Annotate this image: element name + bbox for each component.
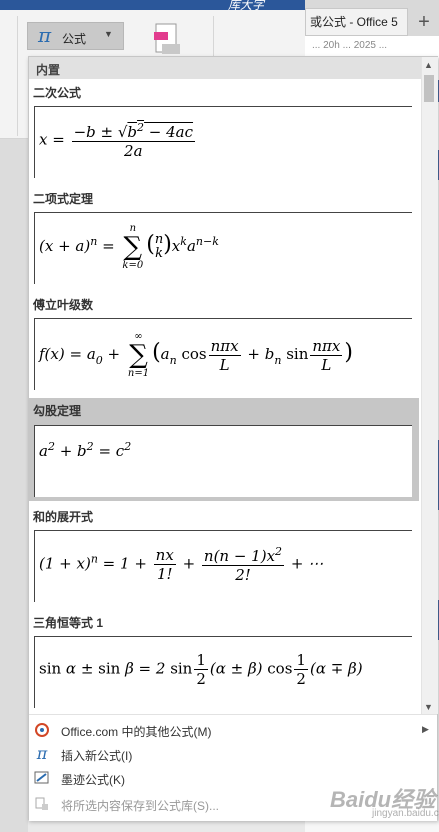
scroll-up-icon[interactable]: ▲ <box>424 60 433 70</box>
formula-button-label: 公式 <box>62 32 87 46</box>
section-title-fourier: 傅立叶级数 <box>33 298 94 312</box>
section-title-binomial: 二项式定理 <box>33 192 94 206</box>
menu-item-label: 插入新公式(I) <box>61 749 133 763</box>
document-icon[interactable] <box>152 22 182 58</box>
pi-icon: π <box>38 23 52 47</box>
equation-binomial: (x + a)n = n ∑ k=0 (n k)xkan−k <box>39 223 219 271</box>
formula-button[interactable]: π 公式 ▼ <box>27 22 124 50</box>
equation-item-fourier[interactable]: f(x) = a0 + ∞ ∑ n=1 (an cos nπx L + bn sin nπx… <box>34 318 412 390</box>
chevron-down-icon: ▼ <box>104 29 113 39</box>
new-tab-icon[interactable]: + <box>412 10 436 34</box>
section-title-quadratic: 二次公式 <box>33 86 82 100</box>
equation-item-trig-identity[interactable]: sin α ± sin β = 2 sin 1 2 (α ± β) cos 1 2 (α ∓… <box>34 636 412 708</box>
section-title-trig-identity: 三角恒等式 1 <box>33 616 104 630</box>
gallery-scrollbar[interactable] <box>421 57 438 714</box>
menu-item-label: 墨迹公式(K) <box>61 773 125 787</box>
equation-item-pythagorean[interactable]: a2 + b2 = c2 <box>34 425 412 497</box>
gallery-header <box>29 57 421 79</box>
browser-address-text: ... 20h ... 2025 ... <box>312 40 388 51</box>
document-margin <box>0 139 28 832</box>
scrollbar-thumb[interactable] <box>424 75 434 102</box>
equation-item-sum-expansion[interactable]: (1 + x)n = 1 + nx 1! + n(n − 1)x2 2! + ⋯ <box>34 530 412 602</box>
equation-fourier: f(x) = a0 + ∞ ∑ n=1 (an cos nπx L + bn sin nπx… <box>39 331 353 379</box>
watermark-url: jingyan.baidu.com <box>372 808 439 819</box>
save-gallery-icon <box>34 796 50 812</box>
equation-item-binomial[interactable]: (x + a)n = n ∑ k=0 (n k)xkan−k <box>34 212 412 284</box>
equation-sum-expansion: (1 + x)n = 1 + nx 1! + n(n − 1)x2 2! + ⋯ <box>39 545 324 584</box>
scroll-down-icon[interactable]: ▼ <box>424 702 433 712</box>
menu-item-label: 将所选内容保存到公式库(S)... <box>61 799 219 813</box>
equation-pythagorean: a2 + b2 = c2 <box>39 440 132 460</box>
office-icon <box>34 722 50 738</box>
ribbon-separator <box>17 16 18 136</box>
ink-icon <box>34 770 50 786</box>
equation-item-quadratic[interactable]: x = −b ± √b2 − 4ac 2a <box>34 106 412 178</box>
equation-quadratic: x = −b ± √b2 − 4ac 2a <box>39 121 196 160</box>
section-title-pythagorean: 勾股定理 <box>33 404 82 418</box>
gallery-header-label: 内置 <box>36 63 61 77</box>
menu-item-insert-new-equation[interactable]: π 插入新公式(I) <box>29 743 421 767</box>
menu-item-more-equations[interactable]: Office.com 中的其他公式(M) <box>29 719 421 743</box>
pi-icon: π <box>36 744 48 763</box>
browser-tab-label: 或公式 - Office 5 <box>310 15 398 29</box>
equation-trig-identity: sin α ± sin β = 2 sin 1 2 (α ± β) cos 1 2 (α ∓… <box>39 651 363 688</box>
menu-item-label: Office.com 中的其他公式(M) <box>61 725 212 739</box>
chevron-right-icon: ▶ <box>422 724 429 734</box>
section-title-sum-expansion: 和的展开式 <box>33 510 94 524</box>
